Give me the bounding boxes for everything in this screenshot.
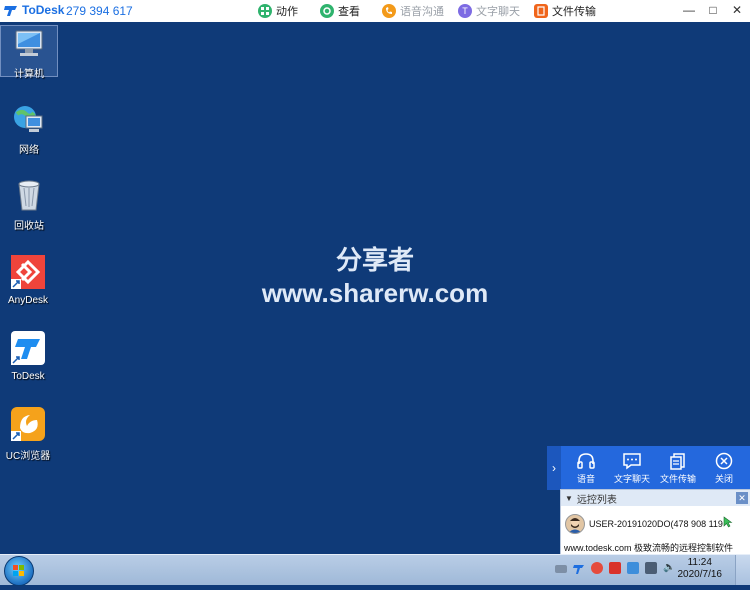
remote-control-panel: › 语音 文字聊天 文件传输 关闭 <box>547 446 750 490</box>
maximize-icon[interactable]: □ <box>706 3 720 17</box>
desktop-icon-label: 网络 <box>19 145 39 156</box>
panel-file-transfer-label: 文件传输 <box>659 474 696 484</box>
desktop-icon-recycle-bin[interactable]: 回收站 <box>1 178 57 232</box>
desktop-icon-label: 计算机 <box>14 69 44 80</box>
action-button[interactable]: 动作 <box>258 2 298 20</box>
panel-voice-button[interactable]: 语音 <box>563 450 609 485</box>
remote-user-name: USER-20191020DO(478 908 119 <box>589 519 723 529</box>
headset-icon <box>577 453 595 469</box>
panel-close-button[interactable]: 关闭 <box>701 450 747 485</box>
clock-time: 11:24 <box>687 557 712 568</box>
network-tray-icon[interactable] <box>627 562 639 574</box>
avatar <box>565 514 585 534</box>
panel-file-transfer-button[interactable]: 文件传输 <box>655 450 701 485</box>
anydesk-tray-icon[interactable] <box>591 562 603 574</box>
taskbar: 🔈 11:24 2020/7/16 <box>0 554 750 586</box>
taskbar-clock[interactable]: 11:24 2020/7/16 <box>678 557 723 581</box>
desktop-icon-network[interactable]: 网络 <box>1 102 57 156</box>
windows-logo-icon <box>13 565 24 576</box>
desktop-icon-computer[interactable]: 计算机 <box>0 25 58 80</box>
panel-close-label: 关闭 <box>714 474 733 484</box>
text-chat-button[interactable]: T 文字聊天 <box>458 2 520 20</box>
close-circle-icon <box>715 452 733 470</box>
panel-text-chat-label: 文字聊天 <box>613 474 650 484</box>
remote-list-footer: www.todesk.com 极致流畅的远程控制软件 <box>564 543 734 553</box>
file-transfer-button[interactable]: 文件传输 <box>534 2 596 20</box>
brand: ToDesk 279 394 617 <box>4 3 133 18</box>
remote-list-user-entry[interactable]: USER-20191020DO(478 908 119 <box>565 514 723 534</box>
chat-icon <box>623 453 641 470</box>
remote-list-header: ▼ 远控列表 ✕ <box>561 490 750 506</box>
app-name: ToDesk <box>22 3 65 17</box>
start-button[interactable] <box>4 556 34 586</box>
text-chat-label: 文字聊天 <box>476 6 520 18</box>
window-controls: — □ ✕ <box>682 3 744 17</box>
device-id: 279 394 617 <box>66 4 133 18</box>
system-tray: 🔈 <box>555 562 675 574</box>
desktop-icon-label: UC浏览器 <box>5 451 51 462</box>
recycle-bin-icon <box>18 180 40 211</box>
remote-toolbar: 动作 查看 语音沟通 T 文字聊天 文件传输 <box>258 2 610 20</box>
view-label: 查看 <box>338 6 360 18</box>
show-desktop-button[interactable] <box>735 555 750 585</box>
remote-list: ▼ 远控列表 ✕ USER-20191020DO(478 908 119 www… <box>560 489 750 556</box>
desktop-icon-label: 回收站 <box>14 221 44 232</box>
triangle-down-icon[interactable]: ▼ <box>565 494 573 503</box>
keyboard-icon[interactable] <box>555 565 567 573</box>
close-icon[interactable]: ✕ <box>730 3 744 17</box>
computer-icon <box>15 30 43 56</box>
todesk-logo-icon <box>4 6 17 16</box>
volume-icon[interactable]: 🔈 <box>663 562 675 574</box>
clock-date: 2020/7/16 <box>677 569 723 580</box>
todesk-icon <box>11 331 45 365</box>
cursor-icon <box>723 516 733 528</box>
file-transfer-icon <box>534 4 548 18</box>
panel-text-chat-button[interactable]: 文字聊天 <box>609 450 655 485</box>
watermark-url: www.sharerw.com <box>261 278 489 308</box>
watermark-title: 分享者 <box>335 245 414 275</box>
panel-collapse-button[interactable]: › <box>547 446 561 490</box>
red-app-tray-icon[interactable] <box>609 562 621 574</box>
remote-list-title: 远控列表 <box>576 494 617 506</box>
file-transfer-label: 文件传输 <box>552 6 596 18</box>
voice-label: 语音沟通 <box>400 6 444 18</box>
action-label: 动作 <box>276 6 298 18</box>
desktop-icon-todesk[interactable]: ToDesk <box>0 330 56 382</box>
voice-icon <box>382 4 396 18</box>
todesk-tray-icon[interactable] <box>573 562 585 574</box>
file-icon <box>670 453 685 470</box>
desktop-icon-label: ToDesk <box>11 371 45 382</box>
voice-button[interactable]: 语音沟通 <box>382 2 444 20</box>
panel-voice-label: 语音 <box>576 474 595 484</box>
remote-window-titlebar: ToDesk 279 394 617 动作 查看 语音沟通 T 文字聊天 文件传… <box>0 0 750 23</box>
uc-browser-icon <box>11 407 45 441</box>
minimize-icon[interactable]: — <box>682 3 696 17</box>
chevron-right-icon: › <box>552 461 556 475</box>
view-button[interactable]: 查看 <box>320 2 360 20</box>
text-chat-icon: T <box>458 4 472 18</box>
view-icon <box>320 4 334 18</box>
network-icon <box>14 106 43 132</box>
action-icon <box>258 4 272 18</box>
monitor-tray-icon[interactable] <box>645 562 657 574</box>
remote-list-close-icon[interactable]: ✕ <box>736 492 748 504</box>
desktop-icon-uc-browser[interactable]: UC浏览器 <box>0 406 56 462</box>
